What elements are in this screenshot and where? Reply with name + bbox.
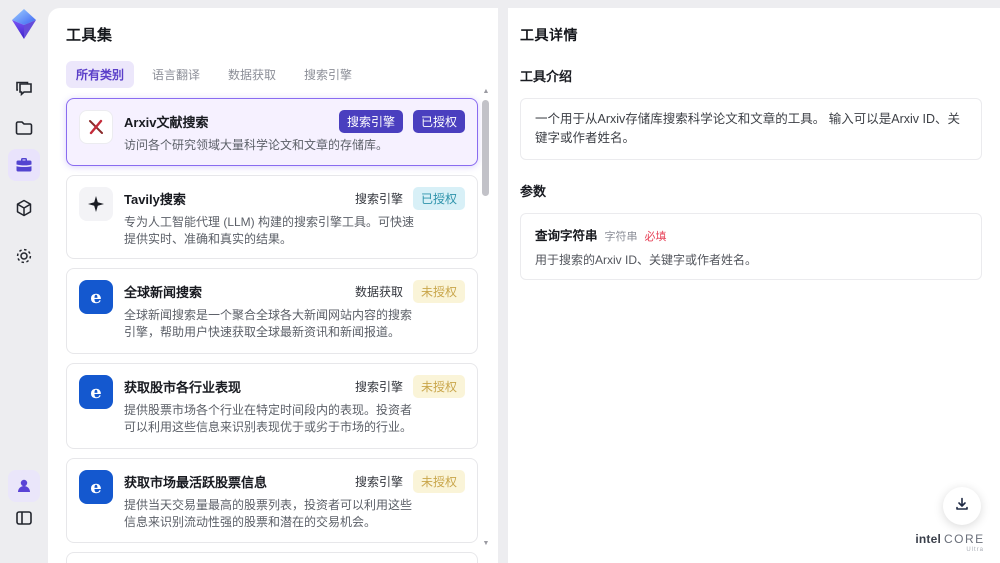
sidebar-item-panels[interactable]: [8, 502, 40, 534]
sidebar-item-chat[interactable]: [8, 73, 40, 105]
tools-list-panel: 工具集 所有类别 语言翻译 数据获取 搜索引擎 Arxiv文献搜索 搜索引擎 已…: [48, 8, 498, 563]
tab-language-translation[interactable]: 语言翻译: [142, 61, 210, 88]
cube-icon: [14, 198, 34, 218]
arxiv-logo-icon: [79, 110, 113, 144]
tool-name: Arxiv文献搜索: [124, 115, 209, 130]
sidebar-item-tools[interactable]: [8, 149, 40, 181]
tool-card-regional-news[interactable]: 万维地区新闻查询 搜索引擎 未授权 查询具体行政区划内的新闻，快速了解各地新闻动: [66, 551, 478, 563]
tool-description: 全球新闻搜索是一个聚合全球各大新闻网站内容的搜索引擎，帮助用户快速获取全球最新资…: [124, 308, 413, 340]
news-blue-logo-icon: e: [79, 280, 113, 315]
scrollbar-thumb[interactable]: [482, 100, 489, 196]
list-scrollbar[interactable]: ▲ ▼: [481, 88, 491, 548]
chat-icon: [14, 79, 34, 99]
sidebar-item-files[interactable]: [8, 112, 40, 144]
param-name: 查询字符串: [535, 228, 598, 243]
tool-auth-badge: 已授权: [412, 110, 465, 133]
core-tier-label: Ultra: [966, 547, 984, 553]
sidebar-item-user[interactable]: [8, 470, 40, 502]
core-wordmark: core: [944, 532, 985, 546]
param-required-flag: 必填: [644, 230, 667, 243]
intro-heading: 工具介绍: [520, 69, 573, 84]
tool-category-label: 数据获取: [354, 285, 403, 300]
gear-icon: [14, 246, 34, 266]
sidebar-item-models[interactable]: [8, 192, 40, 224]
sidebar-item-settings[interactable]: [8, 240, 40, 272]
tool-card-arxiv[interactable]: Arxiv文献搜索 搜索引擎 已授权 访问各个研究领域大量科学论文和文章的存储库…: [66, 98, 478, 166]
tool-card-tavily[interactable]: Tavily搜索 搜索引擎 已授权 专为人工智能代理 (LLM) 构建的搜索引擎…: [66, 174, 478, 260]
layout-panel-icon: [14, 508, 34, 528]
tool-auth-badge: 未授权: [412, 375, 465, 399]
intel-wordmark: intel: [915, 532, 941, 546]
tool-category-label: 搜索引擎: [354, 380, 403, 395]
tool-name: 获取市场最活跃股票信息: [124, 475, 268, 491]
tab-data-acquisition[interactable]: 数据获取: [218, 61, 286, 88]
tab-all-categories[interactable]: 所有类别: [66, 61, 135, 88]
param-description: 用于搜索的Arxiv ID、关键字或作者姓名。: [535, 252, 758, 267]
panel-divider: [498, 8, 508, 563]
tool-intro-box: 一个用于从Arxiv存储库搜索科学论文和文章的工具。 输入可以是Arxiv ID…: [520, 98, 982, 160]
folder-icon: [14, 118, 34, 138]
detail-title: 工具详情: [520, 27, 578, 43]
news-blue-logo-icon: e: [79, 375, 113, 410]
tool-card-list: Arxiv文献搜索 搜索引擎 已授权 访问各个研究领域大量科学论文和文章的存储库…: [66, 98, 478, 563]
tool-auth-badge: 未授权: [412, 470, 465, 494]
news-blue-logo-icon: e: [79, 470, 113, 505]
params-heading: 参数: [520, 183, 547, 199]
tab-search-engine[interactable]: 搜索引擎: [294, 61, 362, 88]
tool-card-sector-performance[interactable]: e 获取股市各行业表现 搜索引擎 未授权 提供股票市场各个行业在特定时间段内的表…: [66, 363, 478, 450]
tool-detail-panel: 工具详情 工具介绍 一个用于从Arxiv存储库搜索科学论文和文章的工具。 输入可…: [508, 8, 1000, 563]
app-logo: [12, 9, 36, 39]
tool-auth-badge: 已授权: [412, 186, 465, 210]
tool-category-label: 搜索引擎: [354, 191, 403, 206]
tool-category-label: 搜索引擎: [354, 475, 403, 490]
tool-description: 提供股票市场各个行业在特定时间段内的表现。投资者可以利用这些信息来识别表现优于或…: [124, 403, 413, 435]
tool-description: 专为人工智能代理 (LLM) 构建的搜索引擎工具。可快速提供实时、准确和真实的结…: [124, 214, 415, 246]
tool-name: Tavily搜索: [124, 191, 186, 207]
page-title: 工具集: [66, 27, 113, 44]
briefcase-icon: [14, 155, 34, 175]
tool-description: 提供当天交易量最高的股票列表，投资者可以利用这些信息来识别流动性强的股票和潜在的…: [124, 498, 413, 530]
tool-name: 获取股市各行业表现: [124, 380, 242, 396]
tool-description: 访问各个研究领域大量科学论文和文章的存储库。: [124, 138, 389, 152]
param-type: 字符串: [604, 230, 638, 243]
sidebar-rail: [0, 0, 48, 563]
intel-core-logo: intel core Ultra: [912, 533, 988, 553]
tool-name: 全球新闻搜索: [124, 285, 203, 301]
download-button[interactable]: [943, 487, 981, 525]
scroll-up-icon[interactable]: ▲: [482, 88, 490, 96]
category-tabs: 所有类别 语言翻译 数据获取 搜索引擎: [66, 61, 498, 88]
tool-auth-badge: 未授权: [412, 280, 465, 304]
parameter-card: 查询字符串 字符串 必填 用于搜索的Arxiv ID、关键字或作者姓名。: [520, 212, 982, 280]
main-panel: 工具集 所有类别 语言翻译 数据获取 搜索引擎 Arxiv文献搜索 搜索引擎 已…: [48, 8, 1000, 563]
tool-card-most-active-stocks[interactable]: e 获取市场最活跃股票信息 搜索引擎 未授权 提供当天交易量最高的股票列表，投资…: [66, 458, 478, 543]
download-icon: [954, 496, 970, 517]
tavily-star-logo-icon: [79, 186, 113, 221]
tool-category-badge: 搜索引擎: [338, 110, 403, 133]
scroll-down-icon[interactable]: ▼: [482, 540, 490, 548]
user-icon: [15, 477, 33, 495]
tool-card-global-news[interactable]: e 全球新闻搜索 数据获取 未授权 全球新闻搜索是一个聚合全球各大新闻网站内容的…: [66, 268, 478, 355]
